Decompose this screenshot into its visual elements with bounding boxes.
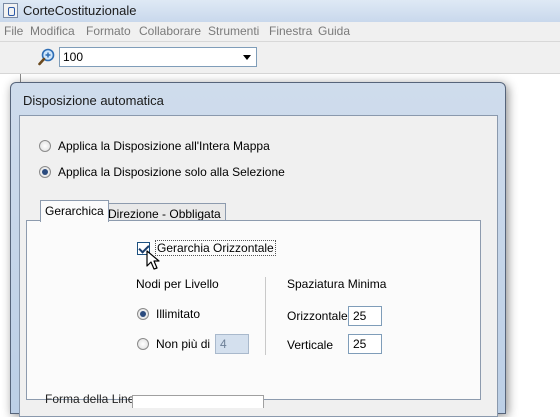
line-shape-select[interactable] bbox=[132, 395, 264, 408]
max-nodes-input[interactable]: 4 bbox=[215, 334, 249, 354]
menu-collaborare[interactable]: Collaborare bbox=[139, 24, 201, 38]
option-max-label: Non più di bbox=[156, 337, 211, 351]
horizontal-spacing-input[interactable]: 25 bbox=[348, 306, 382, 326]
zoom-select[interactable]: 100 bbox=[59, 47, 257, 67]
toolbar: 100 bbox=[0, 42, 560, 74]
vertical-spacing-input[interactable]: 25 bbox=[348, 334, 382, 354]
vertical-spacing-label: Verticale bbox=[287, 338, 334, 352]
mouse-cursor-icon bbox=[146, 250, 160, 270]
option-entire-map-label: Applica la Disposizione all'Intera Mappa bbox=[58, 139, 270, 153]
window-title: CorteCostituzionale bbox=[23, 3, 137, 18]
menu-bar: File Modifica Formato Collaborare Strume… bbox=[0, 22, 560, 42]
chevron-down-icon[interactable] bbox=[243, 55, 251, 60]
menu-strumenti[interactable]: Strumenti bbox=[208, 24, 259, 38]
menu-file[interactable]: File bbox=[4, 24, 23, 38]
nodes-per-level-label: Nodi per Livello bbox=[136, 277, 219, 291]
section-divider bbox=[265, 277, 266, 355]
menu-modifica[interactable]: Modifica bbox=[30, 24, 75, 38]
radio-selection-only[interactable] bbox=[39, 166, 51, 178]
menu-finestra[interactable]: Finestra bbox=[269, 24, 312, 38]
tab-gerarchica[interactable]: Gerarchica bbox=[40, 200, 109, 222]
dialog-title: Disposizione automatica bbox=[23, 93, 164, 108]
radio-unlimited[interactable] bbox=[137, 308, 149, 320]
horizontal-hierarchy-label[interactable]: Gerarchia Orizzontale bbox=[155, 240, 276, 256]
option-unlimited-label: Illimitato bbox=[156, 307, 201, 321]
menu-formato[interactable]: Formato bbox=[86, 24, 131, 38]
title-bar: CorteCostituzionale bbox=[0, 0, 560, 23]
zoom-icon[interactable] bbox=[38, 48, 56, 66]
line-shape-label: Forma della Linea bbox=[45, 392, 142, 406]
zoom-value: 100 bbox=[63, 50, 84, 64]
horizontal-spacing-label: Orizzontale bbox=[287, 309, 348, 323]
radio-max[interactable] bbox=[137, 338, 149, 350]
radio-entire-map[interactable] bbox=[39, 140, 51, 152]
option-selection-only-label: Applica la Disposizione solo alla Selezi… bbox=[58, 165, 285, 179]
app-icon bbox=[3, 3, 18, 18]
min-spacing-label: Spaziatura Minima bbox=[287, 277, 387, 291]
menu-guida[interactable]: Guida bbox=[318, 24, 350, 38]
